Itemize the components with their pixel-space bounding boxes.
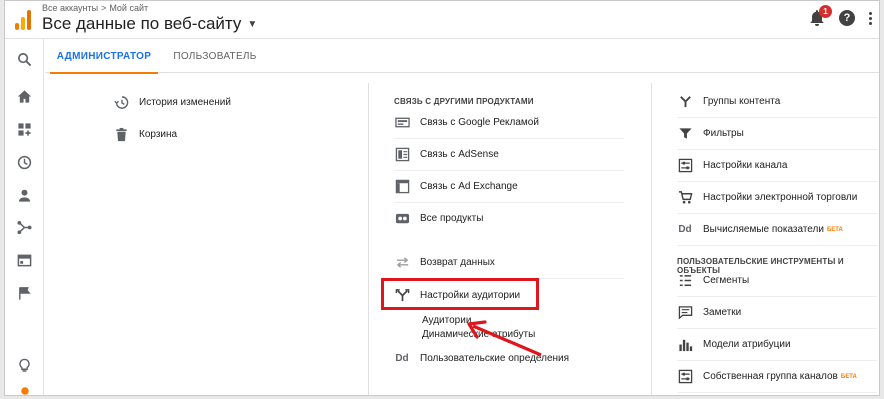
rail-realtime-button[interactable] (5, 148, 44, 176)
more-options-icon[interactable] (869, 11, 873, 25)
postbacks-label: Возврат данных (420, 257, 495, 268)
top-header: Все аккаунты > Мой сайт Все данные по ве… (5, 1, 879, 39)
view-selector[interactable]: Все данные по веб-сайту ▼ (42, 14, 257, 34)
rail-behavior-button[interactable] (5, 246, 44, 274)
left-navigation-rail (5, 39, 44, 395)
breadcrumb-account[interactable]: Все аккаунты (42, 3, 98, 13)
breadcrumb-separator: > (101, 3, 107, 13)
adsense-linking-label: Связь с AdSense (420, 149, 499, 160)
trash-icon (113, 126, 129, 142)
trash-can-label: Корзина (139, 128, 178, 140)
flag-icon (19, 286, 31, 300)
all-products-label: Все продукты (420, 212, 484, 224)
ad-exchange-linking-link[interactable]: Связь с Ad Exchange (394, 171, 624, 203)
all-products-icon (394, 210, 410, 226)
product-linking-heading: СВЯЗЬ С ДРУГИМИ ПРОДУКТАМИ (394, 97, 534, 106)
analytics-logo-icon[interactable] (15, 10, 35, 30)
rail-customization-button[interactable] (5, 115, 44, 143)
attribution-icon (677, 337, 693, 353)
home-icon (17, 89, 32, 103)
rail-conversions-button[interactable] (5, 279, 44, 307)
behavior-icon (17, 254, 32, 266)
calculated-metrics-link[interactable]: Dd Вычисляемые показатели БЕТА (677, 214, 877, 246)
clock-icon (17, 155, 32, 169)
channel-settings-label: Настройки канала (703, 160, 788, 171)
adsense-linking-link[interactable]: Связь с AdSense (394, 139, 624, 171)
content-grouping-label: Группы контента (703, 96, 781, 107)
annotations-link[interactable]: Заметки (677, 297, 877, 329)
pointer-arrow-icon (467, 320, 542, 357)
filters-label: Фильтры (703, 128, 744, 139)
google-ads-icon (394, 115, 410, 131)
admin-gear-icon (20, 387, 29, 395)
ecommerce-settings-label: Настройки электронной торговли (703, 192, 858, 203)
help-icon[interactable]: ? (839, 10, 855, 26)
filters-link[interactable]: Фильтры (677, 118, 877, 150)
breadcrumb-property[interactable]: Мой сайт (109, 3, 148, 13)
rail-search-button[interactable] (5, 45, 44, 73)
lightbulb-icon (19, 358, 30, 372)
channel-settings-icon (677, 158, 693, 174)
content-grouping-link[interactable]: Группы контента (677, 86, 877, 118)
rail-acquisition-button[interactable] (5, 213, 44, 241)
tab-user[interactable]: ПОЛЬЗОВАТЕЛЬ (165, 39, 265, 73)
breadcrumb[interactable]: Все аккаунты > Мой сайт (42, 3, 148, 13)
custom-channel-grouping-label: Собственная группа каналов (703, 371, 838, 382)
google-ads-linking-label: Связь с Google Рекламой (420, 117, 539, 128)
adsense-icon (394, 147, 410, 163)
content-grouping-icon (677, 94, 693, 110)
change-history-label: История изменений (139, 96, 231, 108)
calculated-metrics-label: Вычисляемые показатели (703, 224, 824, 235)
google-ads-linking-link[interactable]: Связь с Google Рекламой (394, 107, 624, 139)
dd-icon: Dd (678, 224, 692, 235)
person-icon (18, 189, 31, 202)
custom-channel-grouping-link[interactable]: Собственная группа каналов БЕТА (677, 361, 877, 393)
audiences-sublink[interactable]: Аудитории (422, 315, 471, 326)
attribution-models-link[interactable]: Модели атрибуции (677, 329, 877, 361)
segments-icon (677, 273, 693, 289)
trash-can-link[interactable]: Корзина (113, 118, 345, 150)
rail-home-button[interactable] (5, 82, 44, 110)
ad-exchange-linking-label: Связь с Ad Exchange (420, 181, 518, 192)
cart-icon (677, 190, 693, 206)
notifications-button[interactable]: 1 (809, 5, 832, 27)
column-divider-1 (368, 83, 369, 395)
acquisition-icon (17, 220, 32, 234)
dd-icon: Dd (395, 352, 409, 364)
caret-down-icon: ▼ (247, 18, 258, 30)
postbacks-link[interactable]: Возврат данных (394, 247, 624, 279)
rail-admin-button[interactable] (5, 385, 44, 395)
segments-label: Сегменты (703, 275, 750, 286)
postbacks-icon (394, 255, 410, 271)
filter-icon (677, 126, 693, 142)
beta-badge: БЕТА (840, 373, 857, 380)
tab-administrator[interactable]: АДМИНИСТРАТОР (50, 39, 158, 74)
notification-count-badge: 1 (819, 5, 832, 18)
rail-audience-button[interactable] (5, 181, 44, 209)
history-icon (113, 94, 129, 110)
annotations-label: Заметки (703, 307, 742, 318)
dashboard-icon (18, 122, 31, 136)
all-products-link[interactable]: Все продукты (394, 202, 624, 234)
channel-settings-link[interactable]: Настройки канала (677, 150, 877, 182)
column-divider-2 (651, 83, 652, 395)
ecommerce-settings-link[interactable]: Настройки электронной торговли (677, 182, 877, 214)
view-title: Все данные по веб-сайту (42, 14, 242, 33)
analytics-admin-window: Все аккаунты > Мой сайт Все данные по ве… (4, 0, 880, 396)
search-icon (18, 52, 32, 66)
annotations-icon (677, 305, 693, 321)
ad-exchange-icon (394, 179, 410, 195)
rail-discover-button[interactable] (5, 351, 44, 379)
admin-tabs: АДМИНИСТРАТОР ПОЛЬЗОВАТЕЛЬ (45, 39, 879, 74)
beta-badge: БЕТА (826, 226, 843, 233)
highlight-box (381, 278, 539, 310)
change-history-link[interactable]: История изменений (113, 86, 345, 118)
custom-channel-icon (677, 369, 693, 385)
segments-link[interactable]: Сегменты (677, 265, 877, 297)
attribution-models-label: Модели атрибуции (703, 339, 791, 350)
